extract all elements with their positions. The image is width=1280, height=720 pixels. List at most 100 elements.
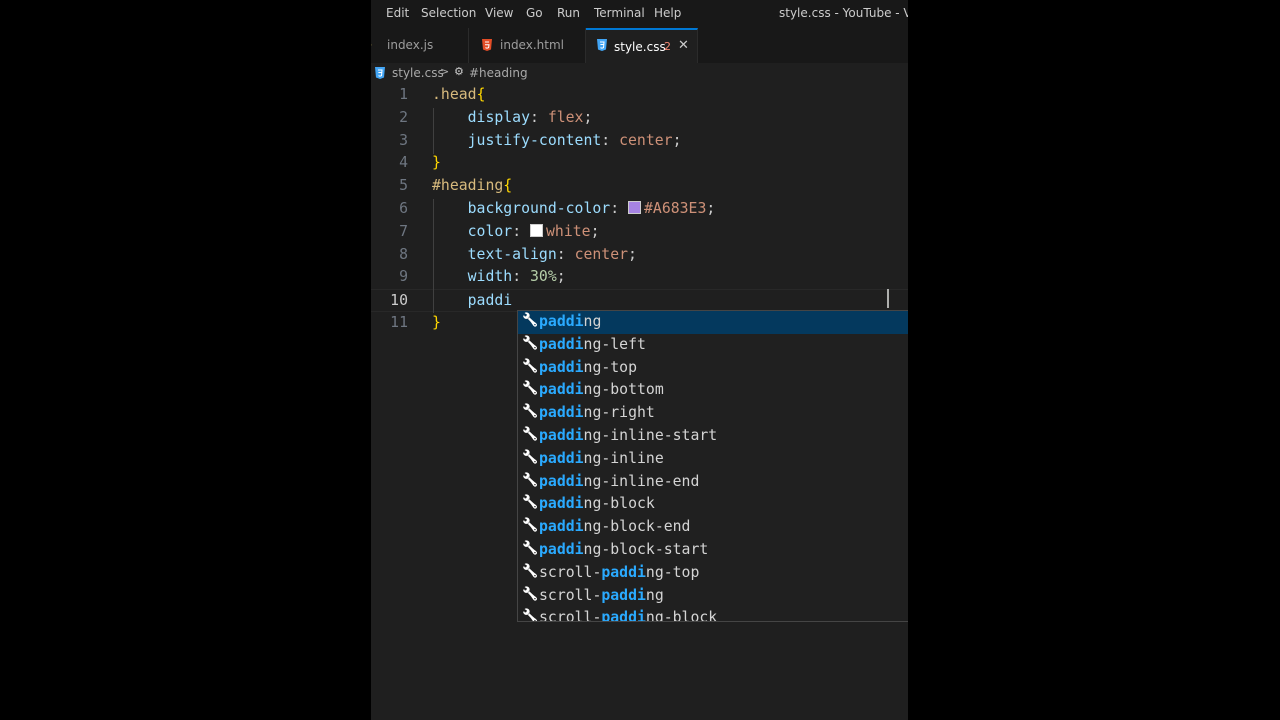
indent-guide (433, 199, 434, 313)
suggestion-label-part: paddi (601, 586, 646, 604)
code-line[interactable]: 7 color: white; (371, 221, 908, 244)
code-line[interactable]: 6 background-color: #A683E3; (371, 198, 908, 221)
suggestion-label-part: paddi (539, 541, 584, 558)
code-token: justify-content (467, 131, 602, 149)
suggestion-label-part: ng-bottom (583, 381, 664, 399)
suggestion-label-part: paddi (539, 518, 584, 536)
text-cursor (887, 289, 889, 308)
suggestion-item[interactable]: 🔧 padding-block (518, 493, 908, 516)
js-file-icon: JS (371, 39, 372, 50)
code-token: width (467, 268, 513, 286)
wrench-property-icon: 🔧 (522, 358, 539, 374)
suggestion-label-part: ng-block-end (583, 518, 691, 536)
code-line[interactable]: 1 .head{ (371, 84, 908, 107)
css-file-icon (375, 67, 385, 79)
tab-index-js[interactable]: JS index.js (371, 28, 469, 63)
suggestion-label-part: ng-right (583, 404, 655, 422)
code-token: #A683E3 (644, 200, 707, 217)
code-token: ; (628, 245, 637, 263)
code-token: : (512, 268, 531, 286)
menu-bar: Edit Selection View Go Run Terminal Help… (371, 0, 908, 28)
close-icon[interactable]: ✕ (678, 38, 689, 53)
suggestion-item[interactable]: 🔧 padding-block-start (518, 539, 908, 562)
code-text: } (432, 154, 441, 171)
suggestion-item[interactable]: 🔧 padding-right (518, 402, 908, 425)
breadcrumb-file[interactable]: style.css (392, 66, 444, 80)
suggestion-item[interactable]: 🔧 padding-left (518, 334, 908, 357)
suggestion-label: padding-inline (539, 450, 664, 467)
suggestion-item[interactable]: 🔧 padding-top (518, 357, 908, 380)
line-number: 5 (399, 177, 408, 195)
suggestion-label-part: paddi (539, 427, 584, 444)
suggestion-label-part: paddi (601, 609, 646, 622)
suggestion-label-part: paddi (539, 358, 584, 376)
code-token: display (467, 108, 530, 126)
suggestion-item[interactable]: 🔧 padding-bottom (518, 379, 908, 402)
code-line[interactable]: 5 #heading{ (371, 175, 908, 198)
indent-guide (433, 108, 434, 154)
code-line[interactable]: 10 paddi (371, 289, 908, 313)
code-token: center (574, 245, 629, 263)
code-token: white (546, 222, 591, 240)
breadcrumb-symbol[interactable]: #heading (469, 66, 528, 80)
suggestion-item[interactable]: 🔧 scroll-padding (518, 585, 908, 608)
menu-run[interactable]: Run (557, 6, 580, 20)
code-token: text-align (467, 245, 557, 263)
suggestion-label-part: ng (645, 586, 664, 604)
code-token: ; (590, 222, 600, 240)
code-line[interactable]: 3 justify-content: center; (371, 130, 908, 153)
code-token: } (432, 154, 441, 172)
suggestion-label: scroll-padding-top (539, 564, 699, 581)
line-number: 9 (399, 268, 408, 286)
code-text: display: flex; (432, 108, 593, 126)
suggestion-label-part: ng-block (645, 609, 718, 622)
suggestion-item[interactable]: 🔧 padding (518, 311, 908, 334)
code-token: ; (583, 108, 593, 126)
suggestion-item[interactable]: 🔧 scroll-padding-top (518, 562, 908, 585)
code-text: paddi (432, 292, 513, 309)
code-token: : (610, 200, 629, 217)
suggestion-item[interactable]: 🔧 padding-inline (518, 448, 908, 471)
menu-help[interactable]: Help (654, 6, 681, 20)
menu-view[interactable]: View (485, 6, 513, 20)
menu-selection[interactable]: Selection (421, 6, 476, 20)
menu-edit[interactable]: Edit (386, 6, 409, 20)
wrench-property-icon: 🔧 (522, 472, 539, 488)
code-line[interactable]: 4} (371, 152, 908, 175)
code-token: : (556, 245, 575, 263)
color-swatch[interactable] (628, 201, 642, 214)
code-text: width: 30%; (432, 268, 566, 285)
code-line[interactable]: 9 width: 30%; (371, 266, 908, 289)
wrench-property-icon: 🔧 (522, 495, 539, 511)
menu-go[interactable]: Go (526, 6, 543, 20)
suggestion-label-part: ng (583, 313, 602, 330)
wrench-property-icon: 🔧 (522, 404, 539, 420)
suggestion-item[interactable]: 🔧 padding-inline-end (518, 471, 908, 494)
suggestion-item[interactable]: 🔧 scroll-padding-block (518, 607, 908, 622)
code-token: ; (706, 200, 716, 217)
tab-index-html[interactable]: index.html (469, 28, 586, 63)
code-line[interactable]: 8 text-align: center; (371, 244, 908, 267)
suggestion-label: padding-block-end (539, 518, 690, 535)
code-line[interactable]: 2 display: flex; (371, 107, 908, 130)
wrench-property-icon: 🔧 (522, 335, 539, 351)
wrench-property-icon: 🔧 (522, 541, 539, 556)
color-swatch[interactable] (530, 223, 544, 237)
menu-terminal[interactable]: Terminal (594, 6, 645, 20)
code-text: #heading{ (432, 177, 512, 194)
suggestion-label-part: scroll- (539, 609, 602, 622)
wrench-property-icon: 🔧 (522, 563, 539, 579)
line-number: 11 (390, 314, 408, 331)
line-number: 3 (399, 131, 408, 149)
code-token: center (619, 131, 673, 149)
suggestion-label-part: paddi (539, 495, 584, 513)
suggestion-item[interactable]: 🔧 padding-block-end (518, 516, 908, 539)
breadcrumb: style.css > ⚙ #heading (371, 63, 908, 85)
suggestion-label-part: ng-top (645, 563, 700, 581)
tab-style-css[interactable]: style.css 2 ✕ (586, 28, 698, 63)
wrench-property-icon: 🔧 (522, 313, 539, 328)
suggestion-item[interactable]: 🔧 padding-inline-start (518, 425, 908, 448)
